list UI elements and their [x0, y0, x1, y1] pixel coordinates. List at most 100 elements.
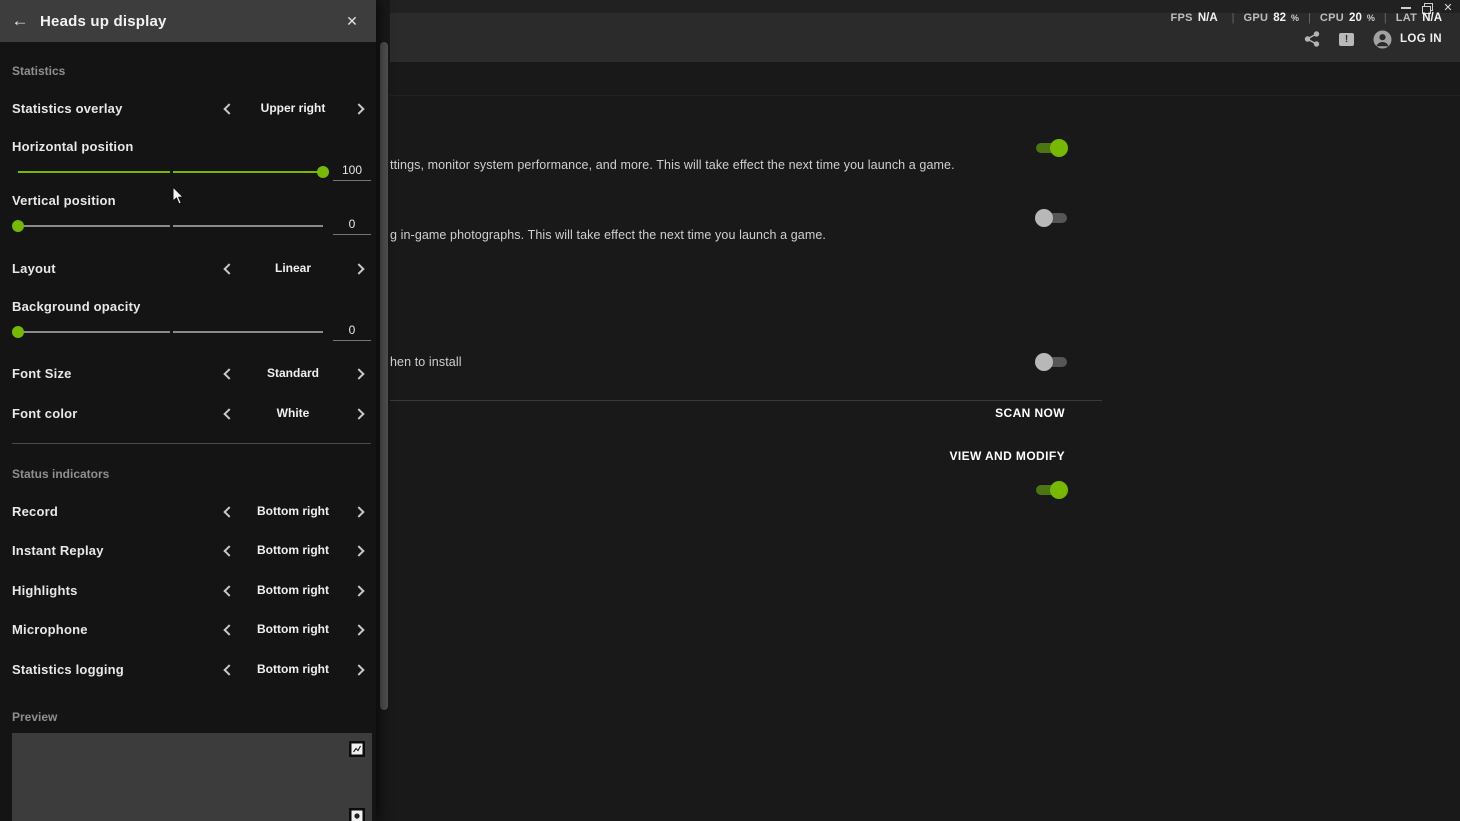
selector-label: Highlights — [12, 583, 218, 598]
horizontal-position-label: Horizontal position — [12, 139, 134, 154]
photo-mode-toggle[interactable] — [1035, 209, 1068, 227]
chevron-left-icon[interactable] — [218, 540, 238, 560]
background-opacity-label: Background opacity — [12, 299, 141, 314]
stat-separator: | — [1308, 12, 1311, 24]
background-opacity-slider[interactable]: 0 — [12, 320, 371, 344]
chevron-right-icon[interactable] — [348, 98, 368, 118]
chevron-left-icon[interactable] — [218, 580, 238, 600]
slider-thumb[interactable] — [12, 326, 24, 338]
selector-label: Font color — [12, 406, 218, 421]
selector-value: Standard — [238, 366, 348, 380]
selector-value: Bottom right — [238, 543, 348, 557]
chevron-left-icon[interactable] — [218, 258, 238, 278]
record-selector: Record Bottom right — [12, 499, 368, 523]
vertical-position-slider[interactable]: 0 — [12, 214, 371, 238]
panel-title: Heads up display — [40, 13, 167, 30]
stat-label: LAT — [1396, 12, 1417, 24]
driver-install-label: hen to install — [390, 355, 462, 369]
font-size-selector: Font Size Standard — [12, 361, 368, 385]
login-button[interactable]: LOG IN — [1373, 30, 1442, 49]
chevron-right-icon[interactable] — [348, 403, 368, 423]
avatar-icon — [1373, 30, 1392, 49]
main-settings-area: ✕ FPS N/A | GPU 82% | CPU 20% | LAT N/A — [376, 0, 1460, 821]
statistics-overlay-preview-icon — [349, 741, 365, 757]
in-game-overlay-description: ttings, monitor system performance, and … — [390, 158, 955, 172]
stat-value: N/A — [1422, 12, 1442, 24]
statistics-section-label: Statistics — [12, 64, 65, 78]
scan-now-button[interactable]: SCAN NOW — [995, 406, 1065, 420]
scrollbar-thumb[interactable] — [380, 42, 388, 710]
chevron-right-icon[interactable] — [348, 659, 368, 679]
panel-scrollbar[interactable] — [376, 0, 390, 821]
selector-label: Statistics logging — [12, 662, 218, 677]
panel-section-divider — [12, 443, 371, 444]
selector-label: Font Size — [12, 366, 218, 381]
chevron-right-icon[interactable] — [348, 540, 368, 560]
selector-label: Record — [12, 504, 218, 519]
fps-stat: FPS N/A — [1171, 12, 1223, 24]
chevron-right-icon[interactable] — [348, 580, 368, 600]
statistics-overlay-selector: Statistics overlay Upper right — [12, 96, 368, 120]
stat-unit: % — [1367, 13, 1375, 23]
vertical-position-label: Vertical position — [12, 193, 116, 208]
stat-separator: | — [1384, 12, 1387, 24]
stat-value: 82 — [1273, 12, 1286, 24]
login-label: LOG IN — [1400, 33, 1442, 45]
bottom-toggle[interactable] — [1035, 481, 1068, 499]
chevron-right-icon[interactable] — [348, 363, 368, 383]
horizontal-position-slider[interactable]: 100 — [12, 160, 371, 184]
chevron-left-icon[interactable] — [218, 659, 238, 679]
selector-value: Upper right — [238, 101, 348, 115]
selector-value: Bottom right — [238, 622, 348, 636]
selector-value: Bottom right — [238, 662, 348, 676]
stat-separator: | — [1232, 12, 1235, 24]
chevron-left-icon[interactable] — [218, 403, 238, 423]
instant-replay-selector: Instant Replay Bottom right — [12, 538, 368, 562]
gpu-stat: GPU 82% — [1244, 12, 1300, 24]
cpu-stat: CPU 20% — [1320, 12, 1375, 24]
driver-install-toggle[interactable] — [1035, 353, 1068, 371]
stat-value: N/A — [1198, 12, 1218, 24]
chevron-left-icon[interactable] — [218, 363, 238, 383]
chevron-right-icon[interactable] — [348, 501, 368, 521]
view-and-modify-button[interactable]: VIEW AND MODIFY — [949, 449, 1065, 463]
content-divider — [390, 400, 1102, 401]
slider-thumb[interactable] — [12, 220, 24, 232]
feedback-icon[interactable]: ! — [1339, 33, 1354, 46]
chevron-right-icon[interactable] — [348, 619, 368, 639]
stat-unit: % — [1291, 13, 1299, 23]
back-icon[interactable]: ← — [0, 11, 40, 31]
slider-thumb[interactable] — [317, 166, 329, 178]
preview-section-label: Preview — [12, 710, 57, 724]
slider-value-field[interactable]: 100 — [333, 163, 371, 181]
close-icon[interactable]: ✕ — [340, 0, 364, 42]
chevron-left-icon[interactable] — [218, 619, 238, 639]
stat-label: GPU — [1244, 12, 1269, 24]
in-game-overlay-toggle[interactable] — [1035, 139, 1068, 157]
slider-value-field[interactable]: 0 — [333, 217, 371, 235]
selector-value: Bottom right — [238, 504, 348, 518]
selector-label: Layout — [12, 261, 218, 276]
selector-value: White — [238, 406, 348, 420]
slider-value-field[interactable]: 0 — [333, 323, 371, 341]
selector-label: Statistics overlay — [12, 101, 218, 116]
selector-label: Microphone — [12, 622, 218, 637]
highlights-selector: Highlights Bottom right — [12, 578, 368, 602]
app-window: ✕ FPS N/A | GPU 82% | CPU 20% | LAT N/A — [0, 0, 1460, 821]
hud-preview-box — [12, 733, 372, 821]
status-indicator-preview-icon — [349, 808, 365, 821]
account-toolbar: ! LOG IN — [1304, 28, 1442, 50]
statistics-logging-selector: Statistics logging Bottom right — [12, 657, 368, 681]
panel-header: ← Heads up display ✕ — [0, 0, 376, 42]
chevron-right-icon[interactable] — [348, 258, 368, 278]
photo-mode-description: g in-game photographs. This will take ef… — [390, 228, 826, 242]
chevron-left-icon[interactable] — [218, 501, 238, 521]
font-color-selector: Font color White — [12, 401, 368, 425]
selector-label: Instant Replay — [12, 543, 218, 558]
performance-stats: FPS N/A | GPU 82% | CPU 20% | LAT N/A — [1171, 12, 1447, 24]
layout-selector: Layout Linear — [12, 256, 368, 280]
stat-label: CPU — [1320, 12, 1344, 24]
share-icon[interactable] — [1304, 31, 1320, 47]
microphone-selector: Microphone Bottom right — [12, 617, 368, 641]
chevron-left-icon[interactable] — [218, 98, 238, 118]
